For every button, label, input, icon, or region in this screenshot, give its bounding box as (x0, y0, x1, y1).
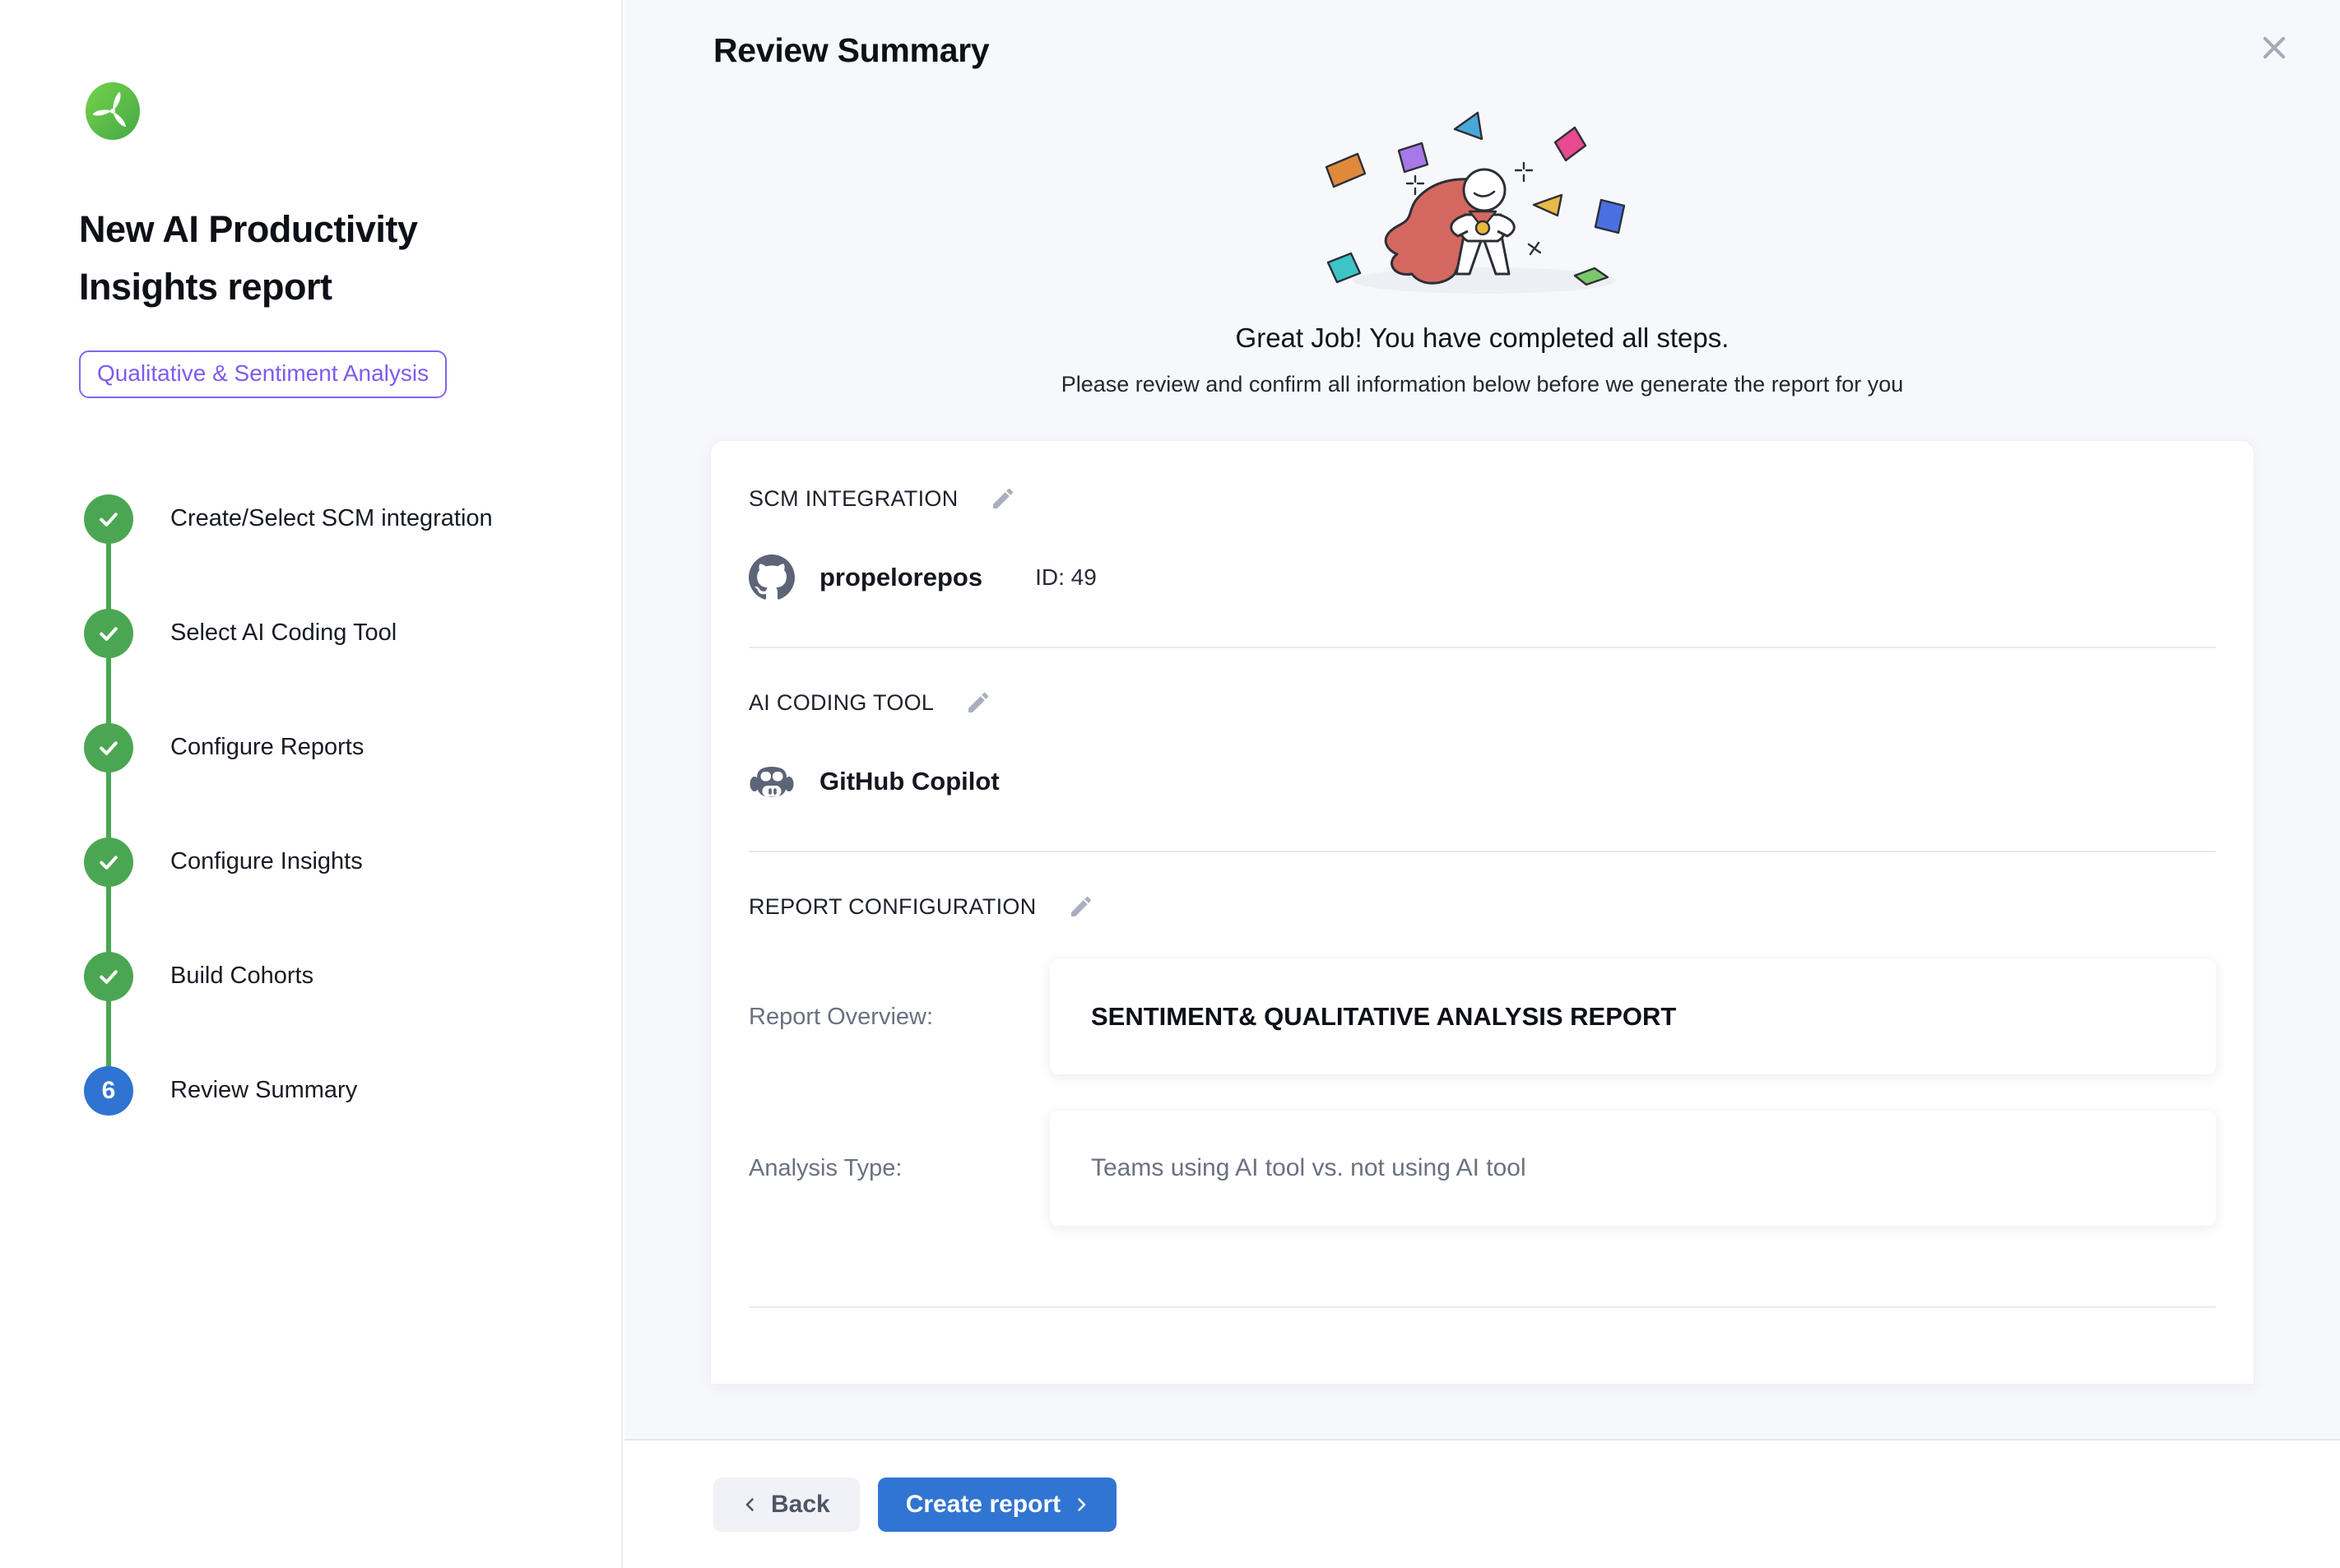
step-check-icon (84, 609, 133, 658)
scm-integration-id: ID: 49 (1035, 564, 1097, 591)
analysis-type-value-box: Teams using AI tool vs. not using AI too… (1050, 1111, 2216, 1226)
divider (749, 1306, 2216, 1308)
step-number-circle: 6 (84, 1066, 133, 1116)
step-select-ai-tool[interactable]: Select AI Coding Tool (84, 610, 572, 657)
report-overview-label: Report Overview: (749, 1004, 1050, 1031)
report-overview-row: Report Overview: SENTIMENT& QUALITATIVE … (749, 959, 2216, 1074)
step-label: Select AI Coding Tool (170, 619, 397, 647)
ai-coding-tool-section: AI CODING TOOL (749, 648, 2216, 852)
scm-section-title: SCM INTEGRATION (749, 486, 959, 512)
congrats-title: Great Job! You have completed all steps. (624, 322, 2340, 354)
edit-report-config-icon[interactable] (1065, 890, 1098, 923)
step-configure-reports[interactable]: Configure Reports (84, 724, 572, 772)
step-check-icon (84, 952, 133, 1001)
step-check-icon (84, 494, 133, 544)
edit-ai-tool-icon[interactable] (962, 686, 995, 719)
wizard-footer: Back Create report (624, 1439, 2340, 1568)
step-build-cohorts[interactable]: Build Cohorts (84, 953, 572, 1000)
edit-scm-icon[interactable] (987, 482, 1019, 515)
app-logo (84, 82, 572, 140)
step-configure-insights[interactable]: Configure Insights (84, 838, 572, 886)
ai-tool-name: GitHub Copilot (819, 767, 1000, 796)
close-icon[interactable] (2251, 25, 2297, 71)
celebration-illustration (624, 91, 2340, 316)
ai-tool-section-title: AI CODING TOOL (749, 690, 934, 716)
scm-integration-name: propelorepos (819, 563, 982, 592)
report-wizard-title: New AI Productivity Insights report (79, 201, 515, 316)
back-button[interactable]: Back (713, 1478, 860, 1532)
report-config-section-title: REPORT CONFIGURATION (749, 894, 1037, 920)
step-label: Configure Reports (170, 734, 364, 761)
report-overview-value: SENTIMENT& QUALITATIVE ANALYSIS REPORT (1091, 1002, 1676, 1032)
page-title: Review Summary (713, 31, 2340, 70)
step-check-icon (84, 723, 133, 772)
step-label: Create/Select SCM integration (170, 505, 493, 532)
step-check-icon (84, 837, 133, 887)
back-button-label: Back (771, 1491, 830, 1519)
wizard-sidebar: New AI Productivity Insights report Qual… (0, 0, 623, 1568)
step-create-select-scm[interactable]: Create/Select SCM integration (84, 495, 572, 543)
step-review-summary[interactable]: 6 Review Summary (84, 1067, 572, 1115)
summary-card: SCM INTEGRATION propelorepos ID: 49 AI C… (710, 440, 2254, 1385)
analysis-type-row: Analysis Type: Teams using AI tool vs. n… (749, 1111, 2216, 1226)
analysis-type-value: Teams using AI tool vs. not using AI too… (1091, 1154, 1526, 1182)
github-icon (749, 554, 795, 601)
step-label: Configure Insights (170, 848, 363, 875)
propeller-logo-icon (84, 82, 142, 140)
step-label: Build Cohorts (170, 963, 313, 990)
analysis-type-badge: Qualitative & Sentiment Analysis (79, 350, 447, 398)
step-number: 6 (102, 1077, 116, 1105)
review-summary-panel: Review Summary (624, 0, 2340, 1568)
wizard-steps: Create/Select SCM integration Select AI … (84, 495, 572, 1115)
copilot-icon (749, 758, 795, 805)
step-label: Review Summary (170, 1077, 357, 1104)
congrats-subtitle: Please review and confirm all informatio… (624, 372, 2340, 397)
report-configuration-section: REPORT CONFIGURATION Report Overview: SE… (749, 852, 2216, 1308)
create-report-button-label: Create report (906, 1491, 1061, 1519)
create-report-button[interactable]: Create report (878, 1478, 1117, 1532)
report-overview-value-box: SENTIMENT& QUALITATIVE ANALYSIS REPORT (1050, 959, 2216, 1074)
scm-integration-section: SCM INTEGRATION propelorepos ID: 49 (749, 482, 2216, 648)
analysis-type-label: Analysis Type: (749, 1155, 1050, 1182)
